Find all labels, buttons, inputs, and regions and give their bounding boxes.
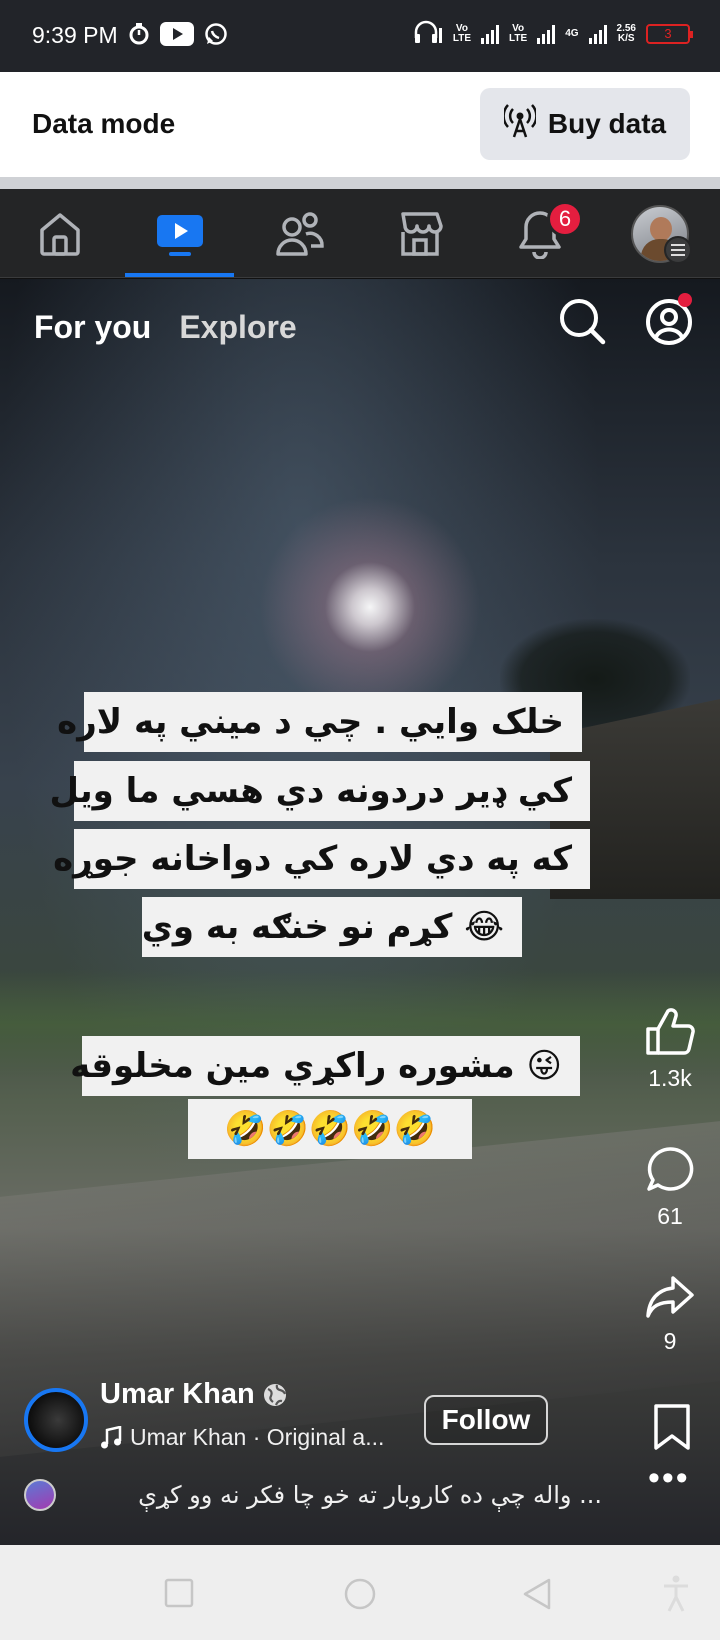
music-line[interactable]: Umar Khan · Original a... [100, 1424, 384, 1451]
home-circle-icon[interactable] [343, 1577, 377, 1611]
video-player[interactable]: For you Explore خلک وايي . چي د ميني په … [0, 279, 720, 1545]
caption-line-4: 😂 کړم نو خنګه به وي [142, 897, 522, 957]
caption-line-1: خلک وايي . چي د ميني په لاره [57, 692, 582, 752]
share-button[interactable]: 9 [634, 1274, 706, 1355]
divider [0, 177, 720, 189]
nav-video[interactable] [125, 189, 235, 278]
status-right-icons: Vo LTE Vo LTE 4G 2.56 K/S 3 [413, 20, 693, 47]
notification-badge: 6 [547, 201, 583, 237]
nav-notifications[interactable]: 6 [485, 189, 595, 278]
data-mode-banner: Data mode Buy data [0, 72, 720, 177]
save-button[interactable] [652, 1403, 692, 1456]
comment-button[interactable]: 61 [634, 1145, 706, 1230]
nav-profile[interactable] [605, 189, 715, 278]
status-bar: 9:39 PM Vo LTE Vo LTE 4G 2.56 K/S 3 [0, 0, 720, 72]
headphones-icon [413, 20, 443, 47]
share-icon [646, 1276, 694, 1318]
nav-friends[interactable] [245, 189, 355, 278]
signal-2-icon [537, 24, 556, 44]
signal-3-icon [588, 24, 607, 44]
author-name[interactable]: Umar Khan [100, 1378, 255, 1411]
data-mode-label: Data mode [32, 108, 176, 139]
accessibility-icon[interactable] [662, 1575, 690, 1613]
commenter-avatar [24, 1479, 56, 1511]
caption-line-2: کي ډير دردونه دي هسي ما ويل [50, 761, 590, 821]
comment-count: 61 [657, 1203, 683, 1229]
friends-icon [276, 211, 324, 256]
profile-notification-dot [678, 293, 692, 307]
speed-unit: K/S [617, 32, 635, 44]
network-type: 4G [565, 27, 579, 39]
nav-marketplace[interactable] [365, 189, 475, 278]
whatsapp-icon [204, 22, 228, 51]
share-count: 9 [663, 1328, 677, 1354]
recents-icon[interactable] [164, 1578, 194, 1608]
top-nav-bar: 6 [0, 189, 720, 278]
timer-icon [128, 23, 150, 50]
bookmark-icon [654, 1404, 690, 1450]
youtube-icon [160, 22, 194, 51]
video-icon [157, 214, 203, 256]
thumbs-up-icon [646, 1008, 695, 1055]
back-icon[interactable] [522, 1577, 552, 1611]
marketplace-icon [401, 211, 443, 256]
volte-2: Vo LTE [509, 22, 528, 44]
search-icon [560, 299, 606, 345]
search-button[interactable] [558, 297, 606, 345]
tab-for-you[interactable]: For you [34, 309, 151, 346]
follow-button[interactable]: Follow [424, 1395, 548, 1445]
caption-line-5: 😜 مشوره راکړي مين مخلوقه [70, 1036, 580, 1096]
author-avatar[interactable] [24, 1388, 88, 1452]
music-title: Umar Khan · Original a... [130, 1424, 385, 1450]
like-button[interactable]: 1.3k [634, 1007, 706, 1092]
caption-line-3: که په دي لاره کي دواخانه جوړه [53, 829, 590, 889]
battery-icon: 3 [646, 23, 693, 44]
tab-explore[interactable]: Explore [179, 309, 296, 346]
video-tabs: For you Explore [34, 309, 297, 346]
battery-level: 3 [664, 25, 672, 41]
more-options-button[interactable]: ••• [648, 1459, 690, 1498]
home-icon [40, 212, 80, 256]
volte-1: Vo LTE [452, 22, 472, 44]
globe-icon [264, 1384, 287, 1406]
signal-1-icon [481, 24, 500, 44]
buy-data-label: Buy data [547, 108, 667, 139]
antenna-icon [502, 103, 538, 145]
speed-indicator: 2.56 K/S [617, 23, 636, 44]
comment-text: واله چې ده کاروبار ته خو چا فکر نه وو کړ… [138, 1481, 602, 1509]
system-nav-bar [0, 1545, 720, 1640]
menu-icon[interactable] [664, 236, 692, 264]
status-left-icons [128, 22, 228, 51]
nav-home[interactable] [5, 189, 115, 278]
caption-line-6: 🤣🤣🤣🤣🤣 [188, 1099, 472, 1159]
active-tab-indicator [125, 273, 234, 277]
music-note-icon [101, 1425, 122, 1448]
buy-data-button[interactable]: Buy data [480, 88, 690, 160]
like-count: 1.3k [648, 1065, 692, 1091]
status-time: 9:39 PM [32, 22, 118, 48]
comment-icon [647, 1147, 694, 1191]
